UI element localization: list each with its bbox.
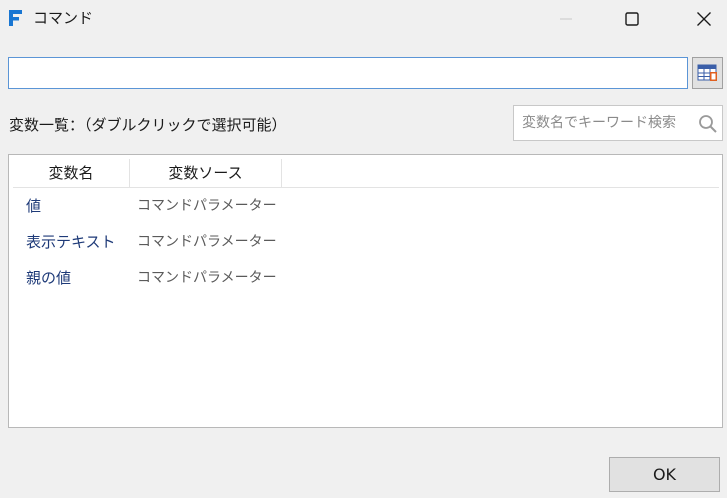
minimize-button[interactable] — [543, 0, 589, 38]
maximize-icon — [625, 12, 639, 26]
search-icon[interactable] — [698, 114, 718, 134]
variable-source-cell: コマンドパラメーター — [137, 234, 277, 250]
table-row[interactable]: 値 コマンドパラメーター — [13, 188, 719, 224]
f-logo-icon — [9, 10, 22, 26]
maximize-button[interactable] — [609, 0, 655, 38]
variable-name-cell: 表示テキスト — [26, 233, 116, 251]
variable-name-cell: 値 — [26, 197, 42, 215]
column-header-source[interactable]: 変数ソース — [130, 159, 282, 187]
close-icon — [697, 12, 711, 26]
table-picker-button[interactable] — [692, 57, 723, 89]
close-button[interactable] — [681, 0, 727, 38]
ok-button[interactable]: OK — [609, 457, 720, 492]
variable-table: 変数名 変数ソース 値 コマンドパラメーター 表示テキスト コマンドパラメーター… — [8, 154, 723, 428]
title-bar: コマンド — [0, 0, 727, 38]
table-row[interactable]: 表示テキスト コマンドパラメーター — [13, 224, 719, 260]
variable-source-cell: コマンドパラメーター — [137, 270, 277, 286]
column-header-name[interactable]: 変数名 — [13, 159, 130, 187]
command-dialog: コマンド 変数一覧：（ダブルクリックで選択可能） 変数名でキーワード検索 変数名… — [0, 0, 727, 498]
variable-name-cell: 親の値 — [26, 269, 72, 287]
table-picker-icon — [697, 64, 717, 81]
variable-list-label: 変数一覧：（ダブルクリックで選択可能） — [9, 116, 287, 134]
expression-input[interactable] — [8, 57, 688, 89]
variable-source-cell: コマンドパラメーター — [137, 198, 277, 214]
variable-search-box[interactable] — [513, 105, 723, 141]
variable-search-input[interactable] — [514, 106, 696, 140]
window-title: コマンド — [33, 9, 94, 27]
minimize-icon — [560, 18, 572, 20]
table-row[interactable]: 親の値 コマンドパラメーター — [13, 260, 719, 296]
table-header: 変数名 変数ソース — [13, 159, 719, 188]
